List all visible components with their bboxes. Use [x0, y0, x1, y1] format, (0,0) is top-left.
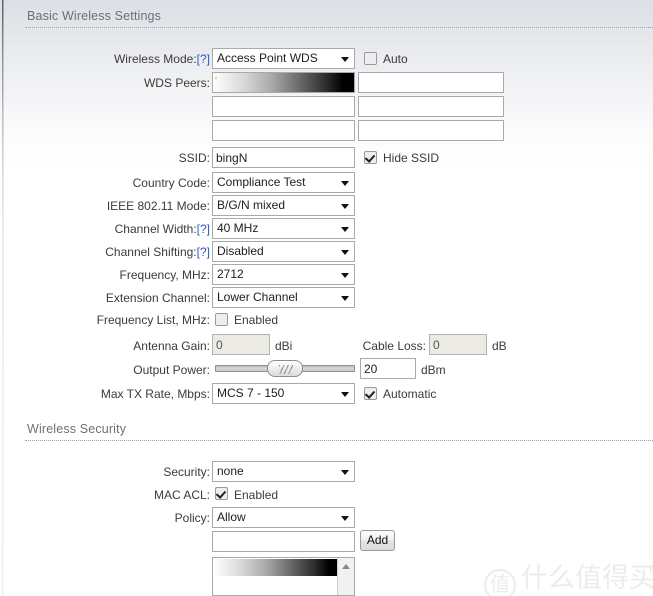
unit-cable-loss: dB: [492, 339, 507, 353]
checkbox-wireless-mode-auto[interactable]: [364, 52, 377, 65]
label-output-power: Output Power:: [133, 363, 210, 377]
select-ieee-mode-value: B/G/N mixed: [217, 198, 286, 212]
select-frequency-value: 2712: [217, 267, 244, 281]
section-title-basic: Basic Wireless Settings: [27, 9, 162, 23]
unit-antenna-gain: dBi: [275, 339, 293, 353]
label-channel-shifting: Channel Shifting:[?]: [60, 245, 210, 259]
input-antenna-gain: [212, 334, 270, 355]
help-link-wireless-mode[interactable]: [?]: [197, 52, 210, 66]
select-channel-shifting-value: Disabled: [217, 244, 264, 258]
chevron-down-icon: [341, 57, 349, 62]
chevron-down-icon: [341, 392, 349, 397]
chevron-down-icon: [341, 516, 349, 521]
watermark-text: 什么值得买: [521, 563, 653, 594]
select-max-tx-rate-value: MCS 7 - 150: [217, 386, 285, 400]
select-max-tx-rate[interactable]: MCS 7 - 150: [212, 383, 355, 404]
select-policy-value: Allow: [217, 510, 246, 524]
label-frequency: Frequency, MHz:: [119, 268, 210, 282]
section-divider-basic: [25, 27, 653, 29]
checkbox-max-tx-rate-automatic[interactable]: [364, 387, 377, 400]
label-security: Security:: [163, 465, 210, 479]
label-cable-loss: Cable Loss:: [362, 339, 426, 353]
unit-output-power: dBm: [421, 363, 446, 377]
settings-page: Basic Wireless Settings Wireless Mode:[?…: [0, 0, 653, 596]
section-title-security: Wireless Security: [27, 422, 127, 436]
label-country-code: Country Code:: [132, 176, 210, 190]
checkbox-frequency-list-enabled[interactable]: [215, 313, 228, 326]
label-max-tx-rate-automatic: Automatic: [383, 387, 437, 401]
label-hide-ssid: Hide SSID: [383, 151, 440, 165]
scroll-up-arrow-icon[interactable]: [342, 564, 350, 569]
redaction-wds-peer-1: [213, 73, 354, 92]
chevron-down-icon: [341, 250, 349, 255]
label-antenna-gain: Antenna Gain:: [133, 339, 210, 353]
chevron-down-icon: [341, 227, 349, 232]
input-wds-peer-5[interactable]: [212, 120, 355, 141]
select-channel-shifting[interactable]: Disabled: [212, 241, 355, 262]
label-channel-shifting-text: Channel Shifting:: [105, 245, 197, 259]
help-link-channel-shifting[interactable]: [?]: [197, 245, 210, 259]
select-ieee-mode[interactable]: B/G/N mixed: [212, 195, 355, 216]
label-max-tx-rate: Max TX Rate, Mbps:: [100, 387, 210, 401]
slider-output-power[interactable]: [215, 360, 355, 377]
help-link-channel-width[interactable]: [?]: [197, 222, 210, 236]
add-mac-button[interactable]: Add: [360, 530, 395, 551]
select-extension-channel[interactable]: Lower Channel: [212, 287, 355, 308]
checkbox-mac-acl-enabled[interactable]: [215, 487, 228, 500]
label-mac-acl-enabled: Enabled: [234, 488, 279, 502]
label-wireless-mode: Wireless Mode:[?]: [60, 52, 210, 66]
select-wireless-mode-value: Access Point WDS: [217, 51, 318, 65]
label-wireless-mode-auto: Auto: [383, 52, 408, 66]
redaction-caret-marker: ': [215, 76, 217, 87]
select-policy[interactable]: Allow: [212, 507, 355, 528]
select-security-value: none: [217, 464, 244, 478]
select-wireless-mode[interactable]: Access Point WDS: [212, 48, 355, 69]
label-frequency-list: Frequency List, MHz:: [96, 313, 210, 327]
label-frequency-list-enabled: Enabled: [234, 313, 279, 327]
label-wireless-mode-text: Wireless Mode:: [113, 52, 197, 66]
left-edge-rule-highlight: [3, 0, 4, 596]
input-mac-address[interactable]: [212, 531, 355, 552]
chevron-down-icon: [341, 296, 349, 301]
select-country-code-value: Compliance Test: [217, 175, 306, 189]
chevron-down-icon: [341, 470, 349, 475]
input-output-power[interactable]: [360, 358, 416, 379]
chevron-down-icon: [341, 204, 349, 209]
input-wds-peer-6[interactable]: [358, 120, 504, 141]
label-extension-channel: Extension Channel:: [105, 291, 210, 305]
select-security[interactable]: none: [212, 461, 355, 482]
section-header-basic-wireless-settings: Basic Wireless Settings: [19, 9, 653, 31]
chevron-down-icon: [341, 273, 349, 278]
listbox-scrollbar[interactable]: [337, 558, 354, 595]
select-extension-channel-value: Lower Channel: [217, 290, 298, 304]
slider-thumb[interactable]: [267, 360, 303, 377]
select-channel-width[interactable]: 40 MHz: [212, 218, 355, 239]
label-ieee-mode: IEEE 802.11 Mode:: [106, 199, 210, 213]
input-wds-peer-2[interactable]: [358, 72, 504, 93]
listbox-mac-entries[interactable]: [212, 557, 355, 596]
label-channel-width: Channel Width:[?]: [60, 222, 210, 236]
redaction-mac-entry-1: [214, 559, 339, 576]
input-ssid[interactable]: [212, 147, 355, 168]
label-mac-acl: MAC ACL:: [153, 488, 210, 502]
input-wds-peer-3[interactable]: [212, 96, 355, 117]
select-country-code[interactable]: Compliance Test: [212, 172, 355, 193]
label-channel-width-text: Channel Width:: [114, 222, 197, 236]
input-cable-loss: [429, 334, 487, 355]
section-header-wireless-security: Wireless Security: [19, 422, 653, 444]
label-ssid: SSID:: [178, 151, 210, 165]
input-wds-peer-4[interactable]: [358, 96, 504, 117]
watermark-logo-icon: 值: [484, 569, 516, 596]
chevron-down-icon: [341, 181, 349, 186]
label-policy: Policy:: [174, 511, 210, 525]
slider-thumb-grip-icon: [279, 365, 293, 374]
select-frequency[interactable]: 2712: [212, 264, 355, 285]
section-divider-security: [25, 440, 653, 442]
select-channel-width-value: 40 MHz: [217, 221, 259, 235]
label-wds-peers: WDS Peers:: [143, 76, 210, 90]
watermark: 值什么值得买: [484, 556, 653, 596]
checkbox-hide-ssid[interactable]: [364, 151, 377, 164]
